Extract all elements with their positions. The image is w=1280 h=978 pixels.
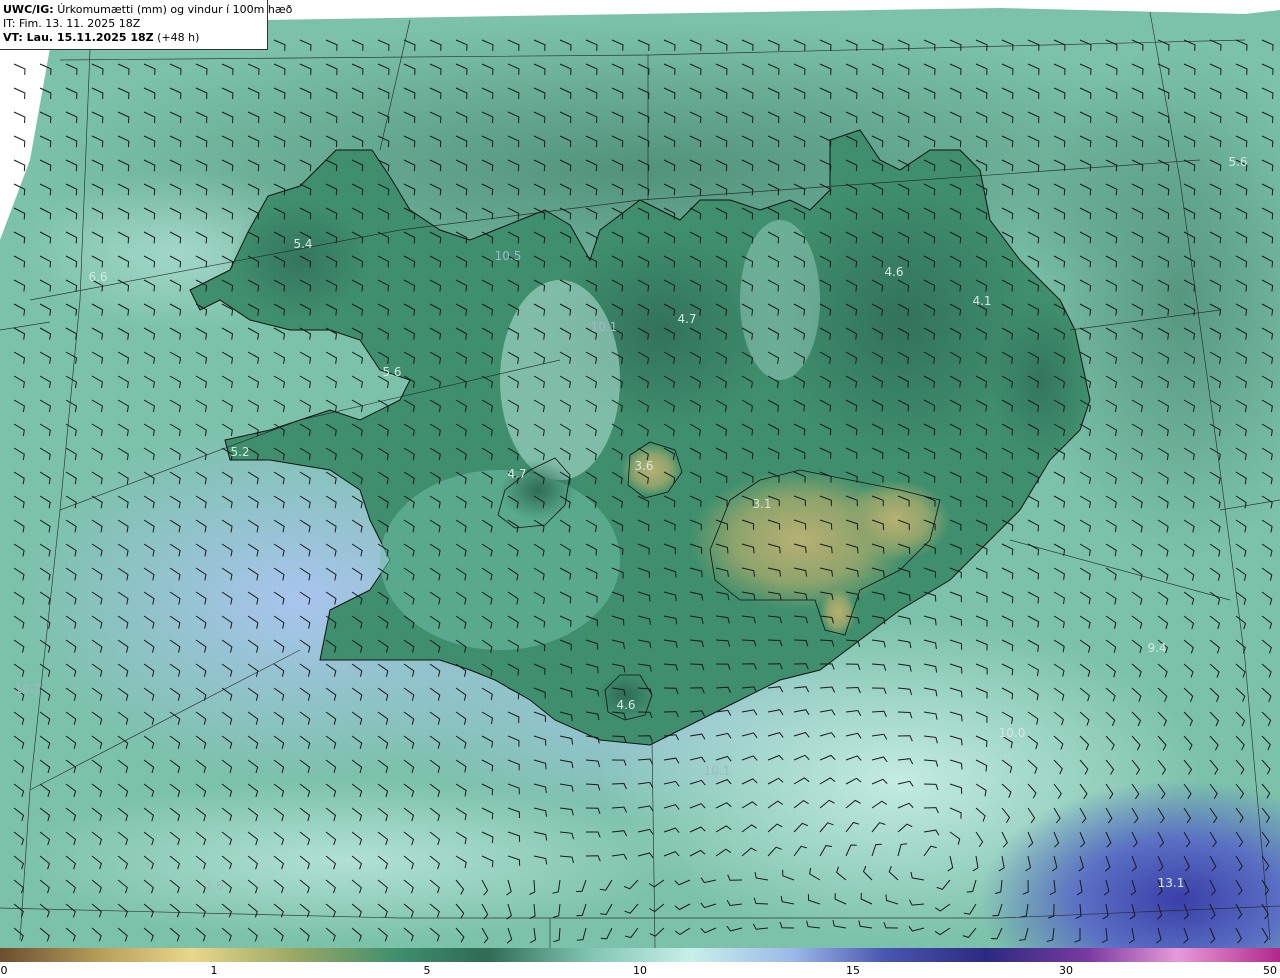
precip-label: 4.1: [972, 294, 991, 308]
precip-label: 4.7: [507, 467, 526, 481]
wind-barb: [13, 135, 26, 148]
precip-label: 6.6: [88, 270, 107, 284]
lead-time: (+48 h): [157, 31, 200, 44]
precip-label: 10.5: [495, 249, 522, 263]
precip-label: 4.6: [884, 265, 903, 279]
legend-tick-10: 10: [633, 964, 647, 977]
precip-label: 10.7: [15, 682, 42, 696]
precip-label: 10.0: [999, 726, 1026, 740]
legend-tick-30: 30: [1059, 964, 1073, 977]
precip-label: 5.6: [1228, 155, 1247, 169]
map-info-panel: UWC/IG: Úrkomumætti (mm) og vindur í 100…: [0, 0, 292, 50]
forecast-map: 5.6 6.6 5.4 5.6 5.2 4.7 3.6 3.1 4.7 4.6 4.1 4.6 9.4 1…: [0, 0, 1280, 978]
precip-label: 3.1: [752, 497, 771, 511]
precip-label: 9.4: [1147, 641, 1166, 655]
precip-label: 5.6: [382, 365, 401, 379]
map-canvas: 5.6 6.6 5.4 5.6 5.2 4.7 3.6 3.1 4.7 4.6 4.1 4.6 9.4 1…: [0, 8, 1280, 978]
color-legend: 0 1 5 10 15 30 50: [0, 948, 1280, 978]
legend-tick-0: 0: [0, 964, 8, 977]
precip-label: 4.6: [616, 698, 635, 712]
precip-label: 5.4: [293, 237, 312, 251]
wind-barb: [13, 63, 26, 75]
legend-tick-15: 15: [846, 964, 860, 977]
precip-label: 5.2: [230, 445, 249, 459]
precip-label: 13.1: [1158, 876, 1185, 890]
precip-label: 10.1: [704, 764, 731, 778]
issue-time: IT: Fim. 13. 11. 2025 18Z: [3, 17, 141, 30]
precip-label: 3.6: [634, 459, 653, 473]
map-title: Úrkomumætti (mm) og vindur í 100m hæð: [57, 3, 293, 16]
wind-barb: [13, 111, 26, 124]
precip-label: 10.1: [591, 320, 618, 334]
precip-label: 4.7: [677, 312, 696, 326]
legend-tick-50: 50: [1263, 964, 1277, 977]
legend-tick-5: 5: [423, 964, 431, 977]
legend-tick-1: 1: [210, 964, 218, 977]
model-name: UWC/IG:: [3, 3, 54, 16]
color-legend-strip: [0, 948, 1280, 962]
wind-barb: [13, 87, 26, 100]
valid-time: VT: Lau. 15.11.2025 18Z: [3, 31, 154, 44]
precip-label: 7.6: [204, 879, 223, 893]
